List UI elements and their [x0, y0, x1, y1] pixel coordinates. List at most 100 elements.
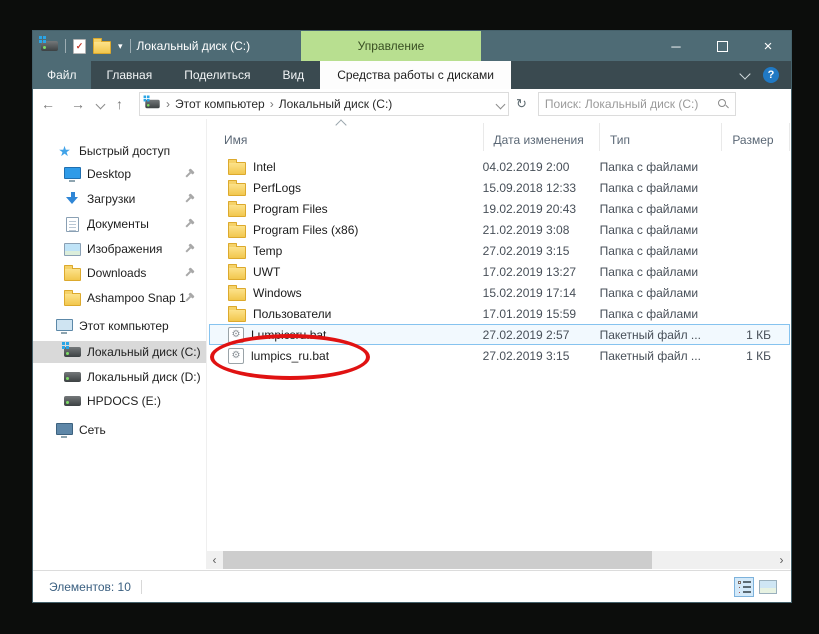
- table-row-program-files[interactable]: Program Files 19.02.2019 20:43 Папка с ф…: [209, 198, 790, 219]
- new-folder-icon[interactable]: [93, 41, 111, 54]
- table-row-users[interactable]: Пользователи 17.01.2019 15:59 Папка с фа…: [209, 303, 790, 324]
- sidebar-item-network[interactable]: Сеть: [33, 419, 206, 441]
- file-date: 27.02.2019 3:15: [483, 244, 600, 258]
- maximize-icon: [717, 41, 728, 52]
- scroll-left-icon[interactable]: ‹: [206, 551, 223, 569]
- sidebar-item-hpdocs-e[interactable]: HPDOCS (E:): [33, 390, 206, 412]
- folder-icon: [228, 288, 246, 301]
- window-controls: ─ ×: [653, 31, 791, 61]
- search-placeholder: Поиск: Локальный диск (C:): [545, 97, 698, 111]
- forward-button[interactable]: →: [63, 96, 93, 112]
- column-header-name[interactable]: Имя: [209, 123, 483, 151]
- items-count: Элементов: 10: [49, 580, 131, 594]
- tab-file[interactable]: Файл: [33, 61, 91, 89]
- tab-drive-tools[interactable]: Средства работы с дисками: [320, 61, 511, 89]
- sidebar-item-ashampoo[interactable]: Ashampoo Snap 10: [33, 287, 206, 309]
- drive-icon: [64, 396, 81, 406]
- refresh-icon[interactable]: ↻: [509, 96, 534, 112]
- table-row-lumpicsru-bat[interactable]: ⚙Lumpicsru.bat 27.02.2019 2:57 Пакетный …: [209, 324, 790, 345]
- breadcrumb-local-disk-c[interactable]: Локальный диск (C:): [279, 97, 393, 111]
- scroll-right-icon[interactable]: ›: [773, 551, 790, 569]
- tab-view[interactable]: Вид: [266, 61, 320, 89]
- table-row-perflogs[interactable]: PerfLogs 15.09.2018 12:33 Папка с файлам…: [209, 177, 790, 198]
- scrollbar-thumb[interactable]: [223, 551, 652, 569]
- file-rows: Intel 04.02.2019 2:00 Папка с файлами Pe…: [209, 156, 790, 366]
- tab-share[interactable]: Поделиться: [168, 61, 266, 89]
- recent-locations-icon[interactable]: [96, 99, 106, 109]
- sidebar-item-local-disk-c[interactable]: Локальный диск (C:): [33, 341, 206, 363]
- table-row-program-files-x86[interactable]: Program Files (x86) 21.02.2019 3:08 Папк…: [209, 219, 790, 240]
- file-name: Windows: [253, 286, 302, 300]
- sidebar-item-pictures[interactable]: Изображения: [33, 238, 206, 260]
- file-date: 19.02.2019 20:43: [483, 202, 600, 216]
- table-row-windows[interactable]: Windows 15.02.2019 17:14 Папка с файлами: [209, 282, 790, 303]
- monitor-icon: [64, 167, 81, 179]
- sidebar-item-downloads-ru[interactable]: Загрузки: [33, 188, 206, 210]
- sidebar-item-documents[interactable]: Документы: [33, 213, 206, 235]
- file-date: 27.02.2019 2:57: [483, 328, 600, 342]
- maximize-button[interactable]: [699, 31, 745, 61]
- sidebar-item-desktop[interactable]: Desktop: [33, 163, 206, 185]
- search-icon[interactable]: [718, 99, 729, 110]
- scrollbar-track[interactable]: [223, 551, 773, 569]
- thumbnails-view-button[interactable]: [758, 577, 778, 597]
- ribbon-expand-icon[interactable]: [739, 68, 750, 79]
- table-row-intel[interactable]: Intel 04.02.2019 2:00 Папка с файлами: [209, 156, 790, 177]
- file-date: 27.02.2019 3:15: [483, 349, 600, 363]
- up-button[interactable]: ↑: [108, 96, 131, 112]
- folder-icon: [228, 162, 246, 175]
- column-header-size[interactable]: Размер: [722, 123, 790, 151]
- file-date: 17.02.2019 13:27: [483, 265, 600, 279]
- file-name: PerfLogs: [253, 181, 301, 195]
- file-size: 1 КБ: [721, 328, 789, 342]
- pin-icon: [182, 242, 196, 256]
- back-button[interactable]: ←: [33, 96, 63, 112]
- file-type: Папка с файлами: [600, 265, 722, 279]
- file-type: Папка с файлами: [600, 202, 722, 216]
- minimize-button[interactable]: ─: [653, 31, 699, 61]
- address-bar[interactable]: › Этот компьютер › Локальный диск (C:): [139, 92, 509, 116]
- table-row-temp[interactable]: Temp 27.02.2019 3:15 Папка с файлами: [209, 240, 790, 261]
- sidebar-item-this-pc[interactable]: Этот компьютер: [33, 315, 206, 337]
- qat-dropdown-icon[interactable]: ▾: [118, 41, 123, 52]
- breadcrumb-this-pc[interactable]: Этот компьютер: [175, 97, 265, 111]
- location-drive-icon: [145, 100, 159, 109]
- sidebar-item-downloads-en[interactable]: Downloads: [33, 262, 206, 284]
- separator: [65, 39, 66, 53]
- quick-access-star-icon: ★: [58, 144, 71, 158]
- search-input[interactable]: Поиск: Локальный диск (C:): [538, 92, 736, 116]
- table-row-uwt[interactable]: UWT 17.02.2019 13:27 Папка с файлами: [209, 261, 790, 282]
- drive-windows-icon: [64, 347, 81, 357]
- close-button[interactable]: ×: [745, 31, 791, 61]
- file-date: 17.01.2019 15:59: [483, 307, 600, 321]
- navigation-pane: ★ Быстрый доступ Desktop Загрузки Докуме…: [33, 119, 206, 549]
- computer-icon: [56, 319, 73, 331]
- help-icon[interactable]: ?: [763, 67, 779, 83]
- contextual-group-tab[interactable]: Управление: [301, 31, 481, 61]
- properties-check-icon[interactable]: ✓: [73, 39, 86, 54]
- column-headers: Имя Дата изменения Тип Размер: [209, 123, 790, 151]
- column-header-type[interactable]: Тип: [600, 123, 722, 151]
- column-header-date[interactable]: Дата изменения: [483, 123, 600, 151]
- pin-icon: [182, 167, 196, 181]
- status-bar: Элементов: 10: [33, 570, 791, 602]
- pin-icon: [182, 217, 196, 231]
- file-name: UWT: [253, 265, 280, 279]
- folder-icon: [64, 268, 81, 281]
- address-dropdown-icon[interactable]: [496, 99, 506, 109]
- file-name: Program Files: [253, 202, 328, 216]
- ribbon-tab-row: Файл Главная Поделиться Вид Средства раб…: [33, 61, 791, 89]
- details-view-button[interactable]: [734, 577, 754, 597]
- file-date: 15.02.2019 17:14: [483, 286, 600, 300]
- file-type: Папка с файлами: [600, 286, 722, 300]
- thumbnails-view-icon: [759, 580, 777, 594]
- picture-icon: [64, 243, 81, 256]
- sidebar-item-quick-access[interactable]: ★ Быстрый доступ: [33, 140, 206, 162]
- file-date: 21.02.2019 3:08: [483, 223, 600, 237]
- table-row-lumpics-ru-bat[interactable]: ⚙lumpics_ru.bat 27.02.2019 3:15 Пакетный…: [209, 345, 790, 366]
- horizontal-scrollbar[interactable]: ‹ ›: [206, 551, 790, 569]
- tab-home[interactable]: Главная: [91, 61, 169, 89]
- sidebar-item-local-disk-d[interactable]: Локальный диск (D:): [33, 366, 206, 388]
- file-name: Intel: [253, 160, 276, 174]
- file-type: Пакетный файл ...: [600, 328, 722, 342]
